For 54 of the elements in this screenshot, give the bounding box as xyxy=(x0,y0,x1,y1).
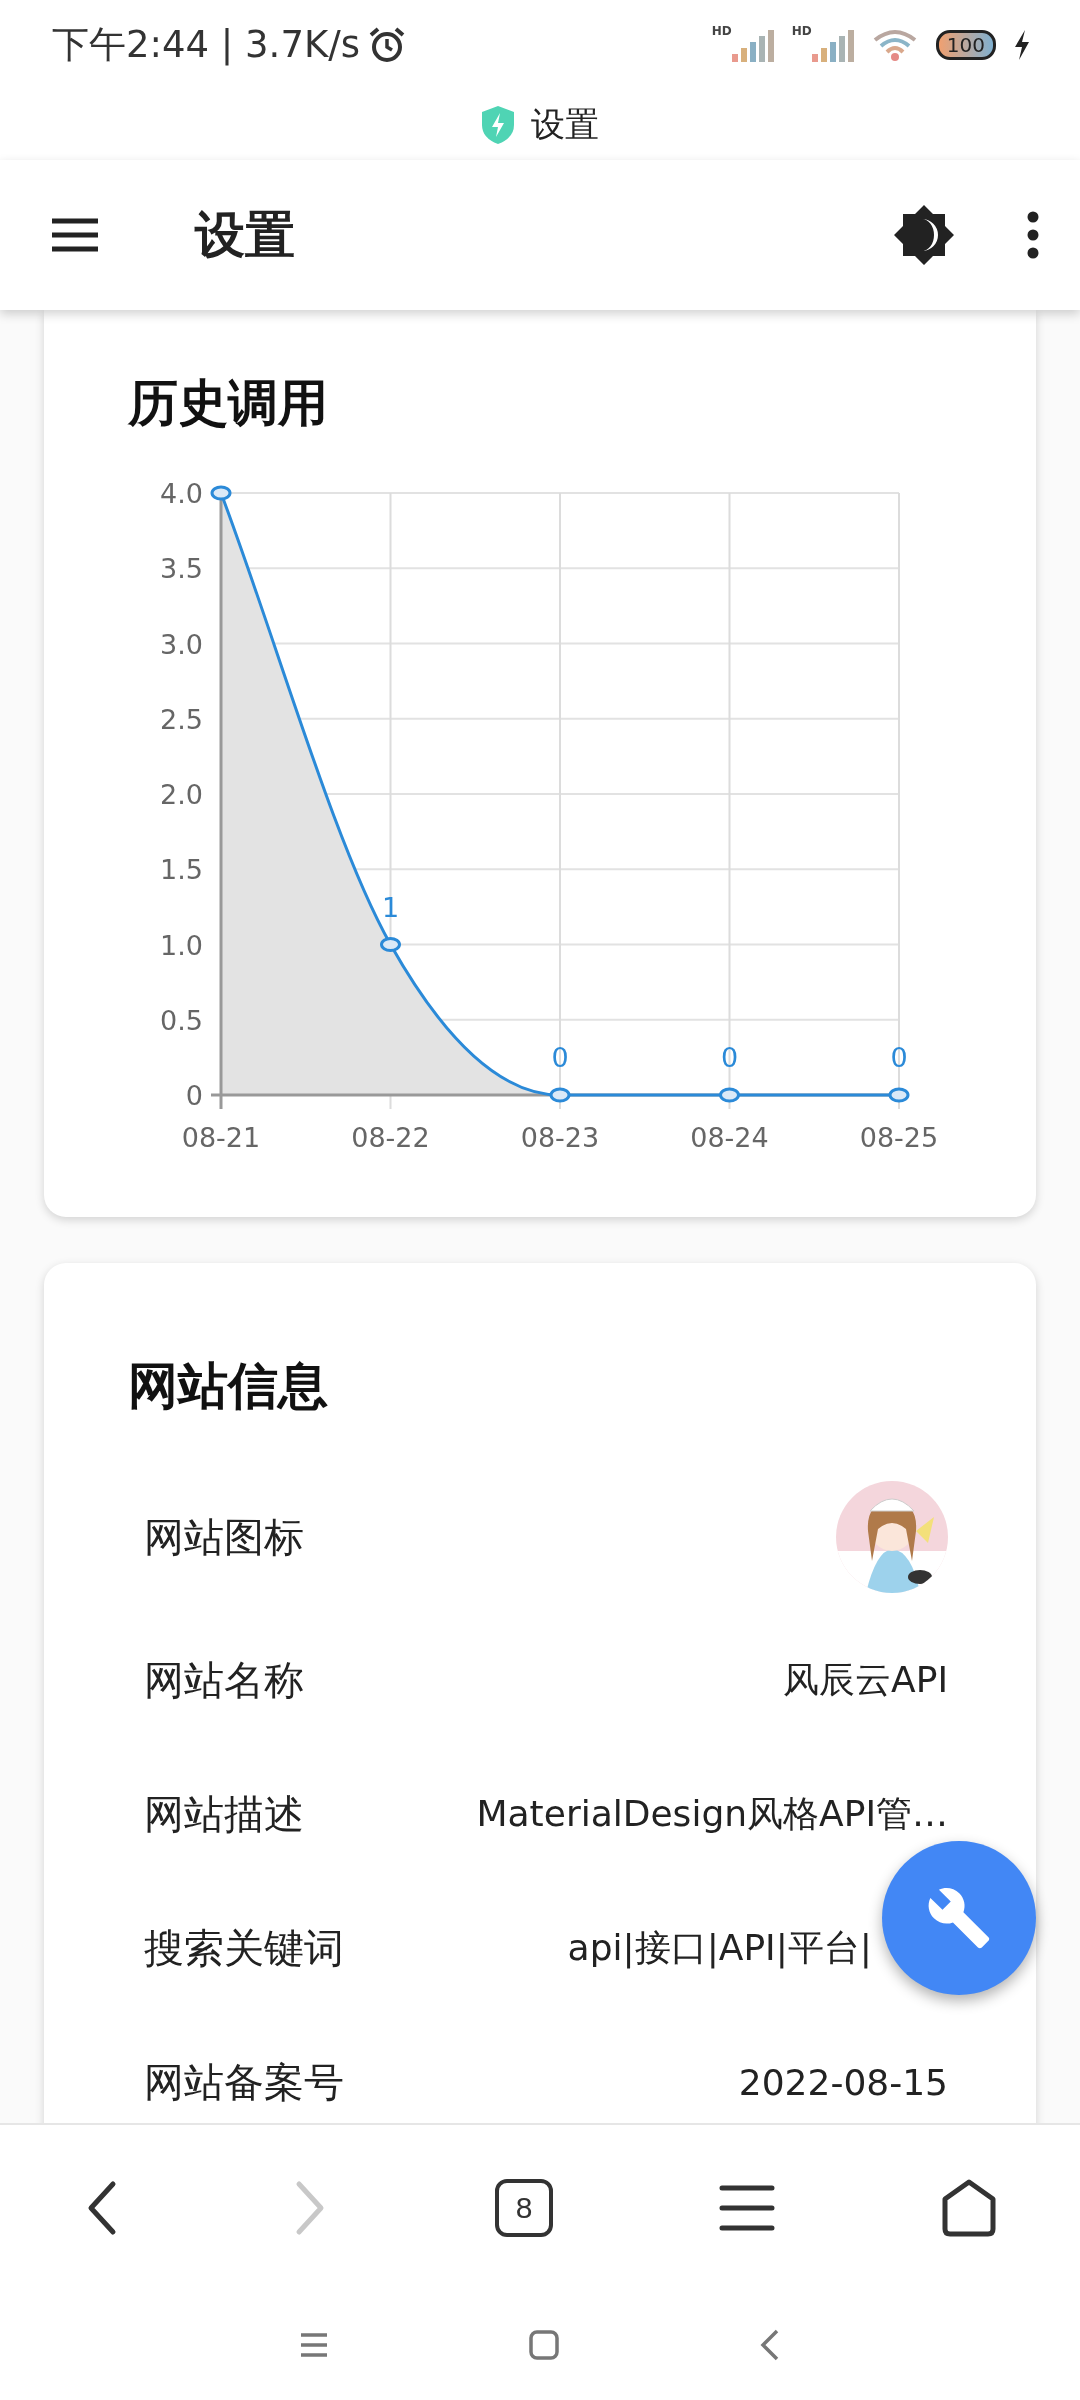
data-point xyxy=(549,1087,571,1103)
value-label: 0 xyxy=(551,1042,569,1073)
row-value: 风辰云API xyxy=(783,1657,948,1702)
charging-icon xyxy=(1014,30,1030,60)
signal-label: HD xyxy=(711,24,732,38)
row-value: 2022-08-15 xyxy=(738,2061,948,2103)
row-label: 网站描述 xyxy=(144,1789,304,1839)
square-icon[interactable] xyxy=(529,2330,559,2360)
y-tick-label: 3.0 xyxy=(160,628,203,660)
page-title: 设置 xyxy=(531,103,599,146)
y-tick-label: 3.5 xyxy=(160,553,203,585)
y-tick-label: 1.0 xyxy=(160,929,203,961)
y-tick-label: 4.0 xyxy=(160,478,203,509)
menu-icon[interactable] xyxy=(299,2332,329,2358)
alarm-icon xyxy=(367,26,406,64)
y-tick-label: 0 xyxy=(185,1080,203,1111)
status-time: 下午2:44 | 3.7K/s xyxy=(52,22,360,68)
row-value: api|接口|API|平台| xyxy=(567,1925,872,1971)
wrench-icon xyxy=(926,1885,992,1951)
y-tick-label: 1.5 xyxy=(160,854,203,886)
more-button[interactable] xyxy=(1026,211,1040,259)
battery-indicator: 100 xyxy=(935,30,996,60)
value-label: 0 xyxy=(720,1042,739,1073)
row-label: 网站名称 xyxy=(144,1655,304,1705)
shield-icon xyxy=(481,105,515,145)
signal-label: HD xyxy=(791,24,812,38)
x-tick-label: 08-21 xyxy=(181,1122,261,1153)
card-title: 历史调用 xyxy=(128,373,329,434)
wifi-icon xyxy=(871,28,918,62)
x-tick-label: 08-22 xyxy=(351,1122,430,1153)
home-button[interactable] xyxy=(941,2178,997,2237)
row-label: 网站图标 xyxy=(144,1512,304,1562)
data-point xyxy=(888,1087,910,1103)
y-tick-label: 2.5 xyxy=(160,703,203,735)
x-tick-label: 08-23 xyxy=(520,1122,600,1153)
row-label: 网站备案号 xyxy=(144,2057,344,2107)
value-label: 0 xyxy=(890,1042,908,1073)
data-point xyxy=(719,1087,740,1103)
data-point xyxy=(210,485,232,501)
value-label: 1 xyxy=(381,891,400,923)
y-tick-label: 0.5 xyxy=(160,1004,203,1036)
row-value: MaterialDesign风格API管… xyxy=(476,1791,948,1836)
data-point xyxy=(380,937,401,952)
back-icon[interactable] xyxy=(759,2329,781,2361)
row-label: 搜索关键词 xyxy=(144,1923,344,1973)
app-title: 设置 xyxy=(195,204,296,266)
theme-toggle-button[interactable] xyxy=(892,203,956,267)
x-tick-label: 08-25 xyxy=(859,1122,939,1153)
menu-button[interactable] xyxy=(50,217,100,253)
card-title: 网站信息 xyxy=(128,1356,329,1417)
menu-button[interactable] xyxy=(719,2183,775,2232)
tabs-button[interactable]: 8 xyxy=(495,2178,553,2237)
y-tick-label: 2.0 xyxy=(160,779,203,810)
x-tick-label: 08-24 xyxy=(690,1122,769,1153)
